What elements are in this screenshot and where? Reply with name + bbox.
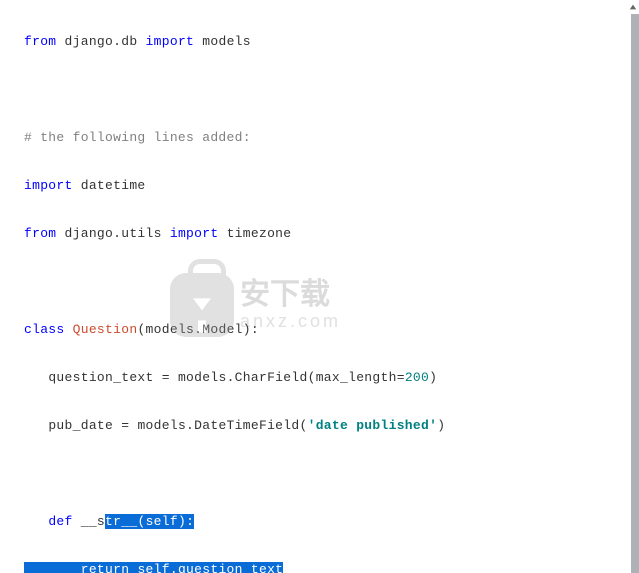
code-content[interactable]: from django.db import models # the follo… xyxy=(0,0,614,573)
code-line xyxy=(24,270,614,294)
code-line: return self.question_text xyxy=(24,558,614,573)
text-selection: tr__(self): xyxy=(105,514,194,529)
text-selection: return self.question_text xyxy=(24,562,283,573)
code-line: def __str__(self): xyxy=(24,510,614,534)
code-line: import datetime xyxy=(24,174,614,198)
scrollbar-thumb[interactable] xyxy=(631,14,639,573)
vertical-scrollbar[interactable] xyxy=(627,0,639,573)
code-line: from django.utils import timezone xyxy=(24,222,614,246)
scroll-up-icon[interactable] xyxy=(627,0,639,14)
code-line: # the following lines added: xyxy=(24,126,614,150)
code-line: class Question(models.Model): xyxy=(24,318,614,342)
code-line: pub_date = models.DateTimeField('date pu… xyxy=(24,414,614,438)
code-line xyxy=(24,462,614,486)
code-line: from django.db import models xyxy=(24,30,614,54)
code-line: question_text = models.CharField(max_len… xyxy=(24,366,614,390)
code-editor[interactable]: from django.db import models # the follo… xyxy=(0,0,639,573)
code-line xyxy=(24,78,614,102)
